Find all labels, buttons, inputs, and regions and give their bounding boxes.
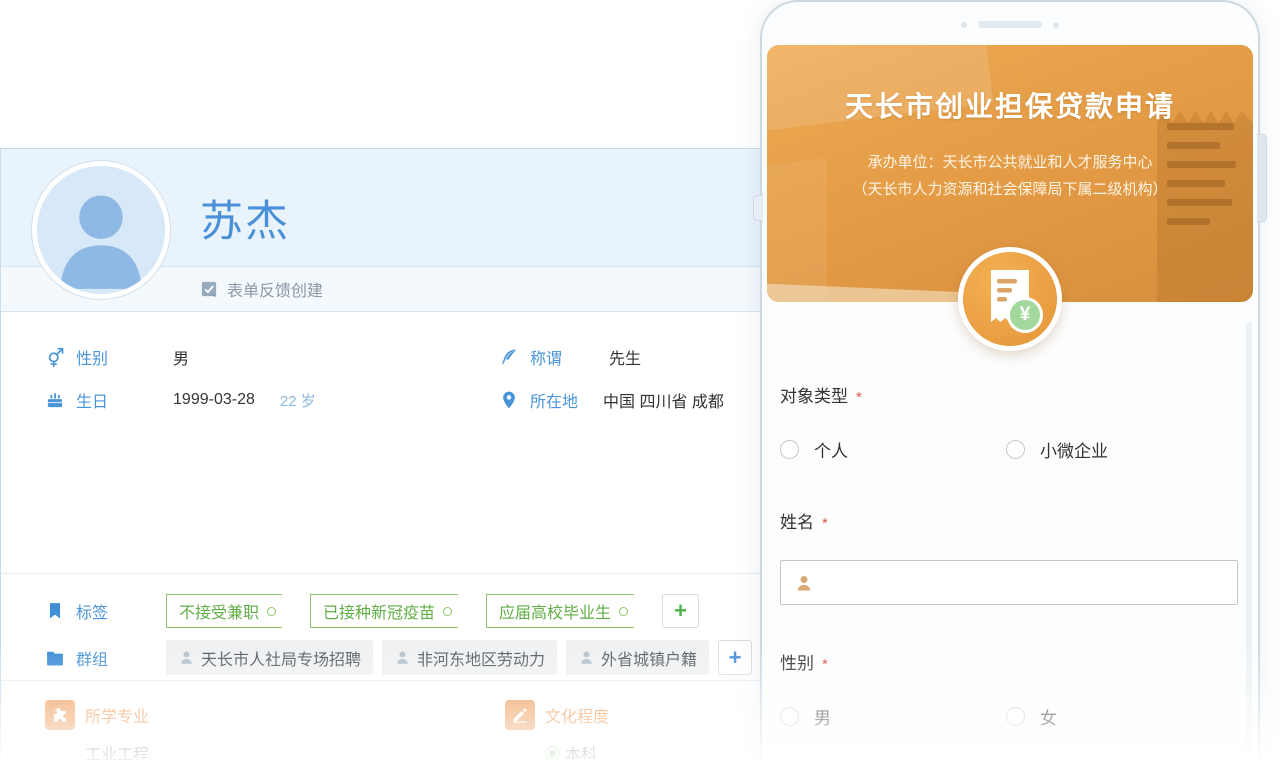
feedback-label: 表单反馈创建 [227, 277, 323, 301]
field-value: 工业工程 [85, 741, 149, 760]
avatar[interactable] [32, 161, 170, 299]
radio-option-male[interactable]: 男 [780, 704, 1006, 729]
groups-list: 天长市人社局专场招聘 非河东地区劳动力 外省城镇户籍 + [166, 640, 752, 675]
form-title: 天长市创业担保贷款申请 [767, 85, 1253, 125]
divider [1, 680, 761, 681]
required-asterisk: * [822, 515, 828, 532]
banner-receipt-decoration [1157, 111, 1253, 302]
yuan-badge-icon: ¥ [1007, 297, 1043, 333]
form-subtitle: 承办单位：天长市公共就业和人才服务中心 （天长市人力资源和社会保障局下属二级机构… [767, 149, 1253, 203]
tag-dot-icon [443, 607, 452, 616]
camera-dot-icon [961, 22, 967, 28]
profile-body: 性别 男 称谓 先生 [1, 312, 772, 760]
radio-option-female[interactable]: 女 [1006, 704, 1232, 729]
radio-option-small-business[interactable]: 小微企业 [1006, 437, 1232, 462]
radio-icon[interactable] [780, 440, 799, 459]
form-check-icon [200, 280, 218, 298]
pencil-icon [505, 700, 535, 730]
person-silhouette-icon [37, 166, 165, 294]
field-location: 所在地 中国 四川省 成都 [499, 388, 724, 412]
field-label: 文化程度 [545, 703, 609, 727]
field-value: 1999-03-28 [173, 391, 255, 409]
object-type-options: 个人 小微企业 [780, 437, 1244, 462]
organizer-line: 承办单位：天长市公共就业和人才服务中心 [767, 149, 1253, 176]
gender-icon [45, 347, 65, 367]
field-birthday: 生日 1999-03-28 22 岁 [45, 388, 316, 412]
contact-name: 苏杰 [200, 187, 290, 249]
groups-label: 群组 [76, 646, 108, 670]
field-value: 先生 [609, 345, 641, 369]
bookmark-icon [45, 601, 65, 621]
field-label: 所在地 [530, 388, 578, 412]
tag-item[interactable]: 已接种新冠疫苗 [310, 594, 458, 628]
tags-label: 标签 [76, 599, 108, 623]
tags-list: 不接受兼职 已接种新冠疫苗 应届高校毕业生 + [166, 594, 699, 628]
field-label: 性别 [76, 345, 108, 369]
radio-option-personal[interactable]: 个人 [780, 437, 1006, 462]
age-badge: 22 岁 [280, 390, 316, 411]
field-label: 生日 [76, 388, 108, 412]
group-chip[interactable]: 非河东地区劳动力 [382, 640, 557, 675]
field-value: 本科 [545, 741, 609, 760]
field-label: 称谓 [530, 345, 562, 369]
field-value: 男 [173, 345, 189, 369]
scrollbar[interactable] [1246, 322, 1252, 752]
required-asterisk: * [822, 656, 828, 673]
radio-icon[interactable] [1006, 707, 1025, 726]
screen: 苏杰 表单反馈创建 性别 男 [0, 0, 1280, 760]
location-pin-icon [499, 390, 519, 410]
loan-application-form: 对象类型 * 个人 小微企业 姓名 * [780, 382, 1244, 760]
quill-icon [499, 347, 519, 367]
gender-options: 男 女 [780, 704, 1244, 729]
speaker-bar-icon [978, 21, 1042, 28]
phone-volume-button [753, 195, 763, 221]
gender-label: 性别 * [780, 649, 1244, 674]
tag-dot-icon [619, 607, 628, 616]
field-gender: 性别 男 [45, 345, 189, 369]
field-value: 中国 四川省 成都 [603, 388, 724, 412]
field-title: 称谓 先生 [499, 345, 641, 369]
phone-power-button [1257, 134, 1267, 222]
tag-item[interactable]: 不接受兼职 [166, 594, 282, 628]
radio-icon[interactable] [1006, 440, 1025, 459]
groups-row: 群组 天长市人社局专场招聘 非河东地区劳动力 外省城镇户籍 + [45, 640, 752, 675]
field-label: 所学专业 [85, 703, 149, 727]
add-tag-button[interactable]: + [662, 594, 699, 628]
phone-preview: 天长市创业担保贷款申请 承办单位：天长市公共就业和人才服务中心 （天长市人力资源… [760, 0, 1260, 760]
field-education: 文化程度 本科 [505, 700, 609, 760]
tags-row: 标签 不接受兼职 已接种新冠疫苗 应届高校毕业生 + [45, 594, 699, 628]
person-icon [794, 573, 814, 593]
folder-icon [45, 648, 65, 668]
form-logo: ¥ [958, 247, 1062, 351]
tag-dot-icon [267, 607, 276, 616]
required-asterisk: * [856, 389, 862, 406]
phone-speaker [961, 21, 1059, 28]
contact-profile-card: 苏杰 表单反馈创建 性别 男 [0, 148, 772, 760]
selected-radio-icon [545, 746, 560, 760]
member-icon [178, 649, 195, 666]
radio-icon[interactable] [780, 707, 799, 726]
group-chip[interactable]: 天长市人社局专场招聘 [166, 640, 373, 675]
organizer-note: （天长市人力资源和社会保障局下属二级机构） [767, 176, 1253, 203]
group-chip[interactable]: 外省城镇户籍 [566, 640, 709, 675]
divider [1, 573, 761, 574]
puzzle-icon [45, 700, 75, 730]
add-group-button[interactable]: + [718, 640, 752, 675]
cake-icon [45, 390, 65, 410]
object-type-label: 对象类型 * [780, 382, 1244, 407]
camera-dot-icon [1053, 22, 1059, 28]
name-label: 姓名 * [780, 508, 1244, 533]
tag-item[interactable]: 应届高校毕业生 [486, 594, 634, 628]
member-icon [394, 649, 411, 666]
member-icon [578, 649, 595, 666]
name-input[interactable] [780, 560, 1238, 605]
field-major: 所学专业 工业工程 [45, 700, 149, 760]
